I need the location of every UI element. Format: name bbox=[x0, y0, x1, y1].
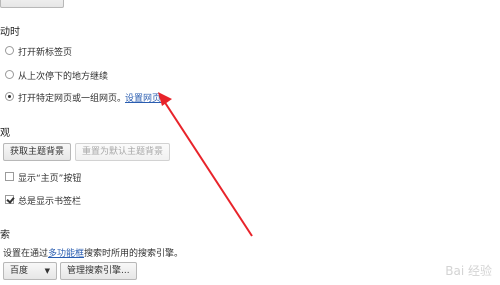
watermark: Bai 经验 bbox=[445, 264, 492, 278]
annotation-arrow bbox=[158, 92, 253, 237]
annotation-arrow-line bbox=[161, 97, 253, 237]
